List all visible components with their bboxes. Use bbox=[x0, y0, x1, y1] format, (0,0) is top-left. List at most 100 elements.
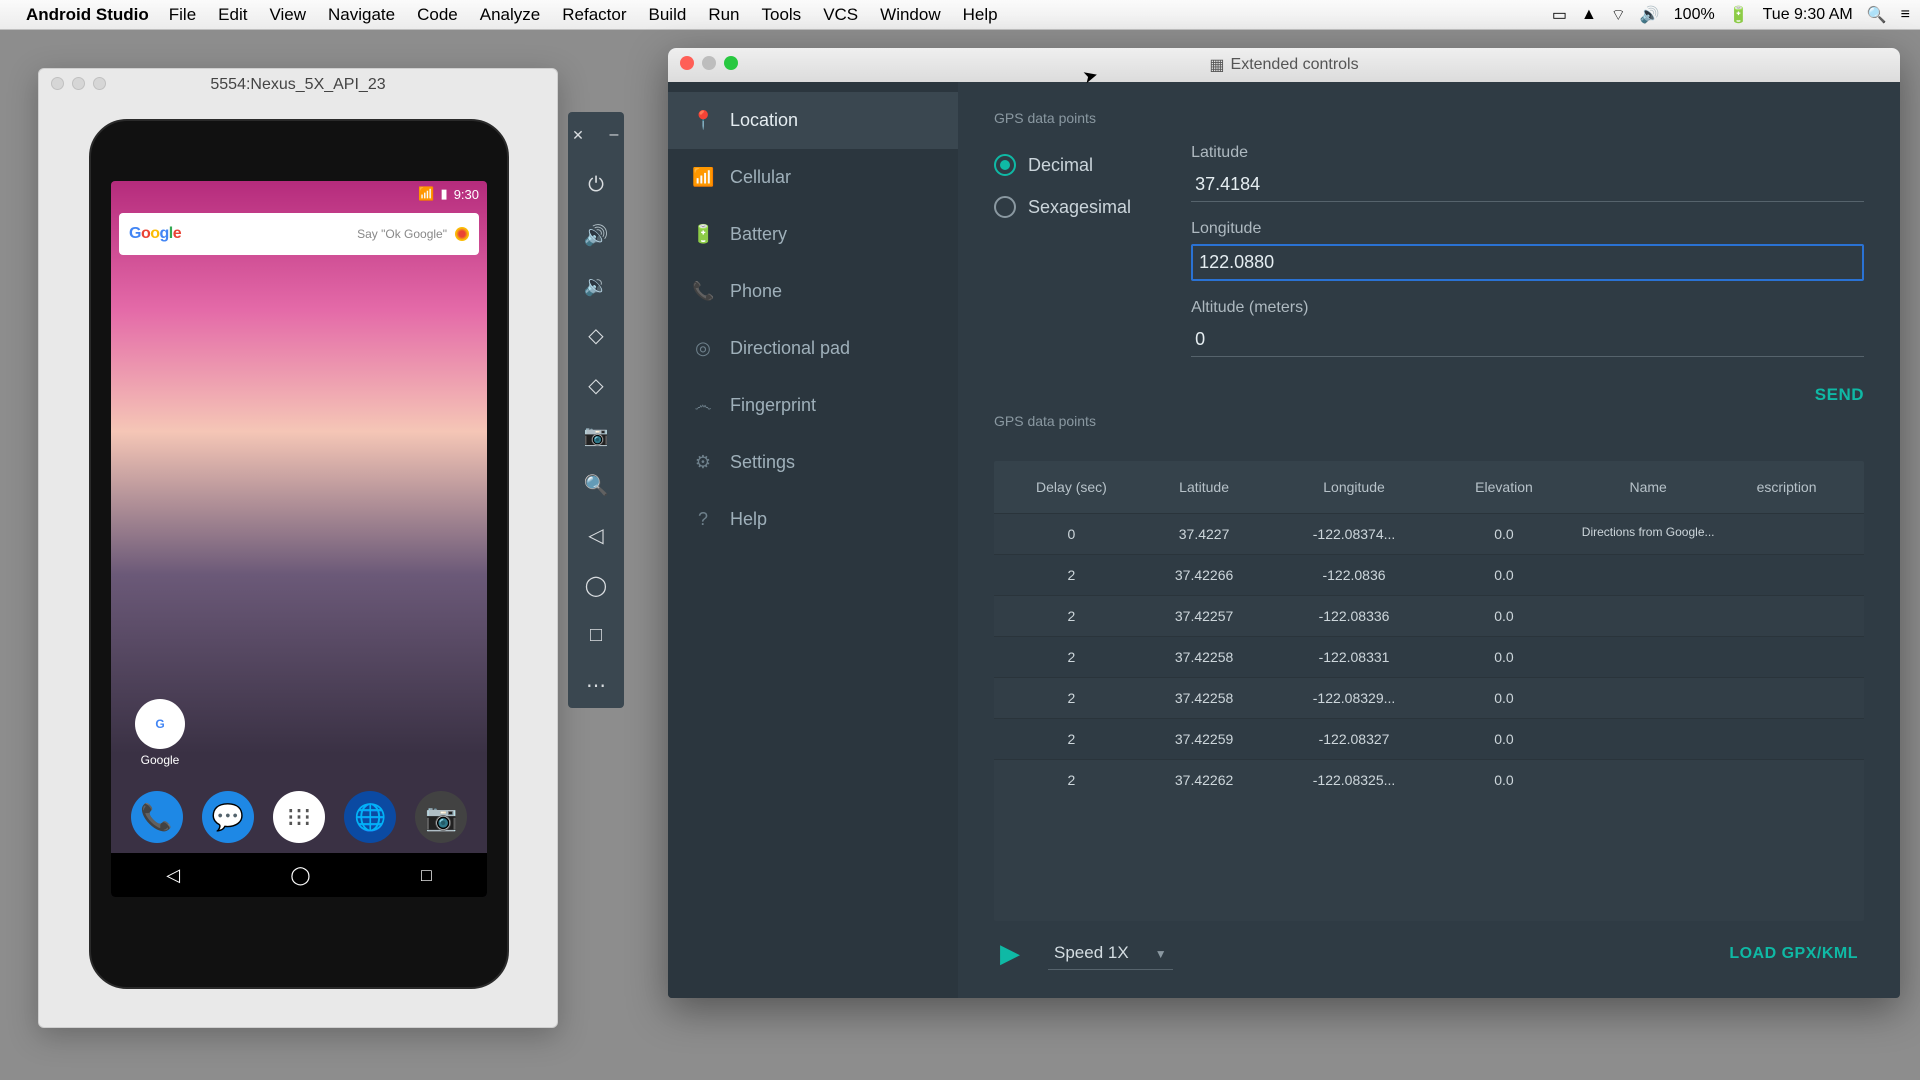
emulator-toolbar: ✕ – ⏻ 🔊 🔉 ◇ ◇ 📷 🔍 ◁ ◯ □ ⋯ bbox=[568, 112, 624, 708]
extended-titlebar[interactable]: ▦ Extended controls bbox=[668, 48, 1900, 82]
overview-icon[interactable]: □ bbox=[583, 622, 609, 648]
menu-icon[interactable]: ≡ bbox=[1901, 6, 1910, 24]
mac-menubar: Android Studio File Edit View Navigate C… bbox=[0, 0, 1920, 30]
airplay-icon[interactable]: ▲ bbox=[1581, 6, 1597, 24]
nav-back-icon[interactable]: ◁ bbox=[166, 865, 180, 886]
messages-app-icon[interactable]: 💬 bbox=[202, 791, 254, 843]
menu-window[interactable]: Window bbox=[880, 5, 940, 25]
location-icon: 📍 bbox=[692, 110, 714, 131]
nav-item-settings[interactable]: ⚙Settings bbox=[668, 434, 958, 491]
nav-item-fingerprint[interactable]: ෴Fingerprint bbox=[668, 377, 958, 434]
battery-icon[interactable]: 🔋 bbox=[1729, 5, 1749, 25]
browser-app-icon[interactable]: 🌐 bbox=[344, 791, 396, 843]
app-drawer-icon[interactable]: ⁝⁝⁝ bbox=[273, 791, 325, 843]
phone-screen[interactable]: 📶 ▮ 9:30 Google Say "Ok Google" G Google… bbox=[111, 181, 487, 897]
nav-item-help[interactable]: ?Help bbox=[668, 491, 958, 548]
phone-icon: 📞 bbox=[692, 281, 714, 302]
extended-main: GPS data points Decimal Sexagesimal Lati… bbox=[958, 82, 1900, 998]
longitude-input[interactable] bbox=[1191, 244, 1864, 281]
nav-item-location[interactable]: 📍Location bbox=[668, 92, 958, 149]
menu-file[interactable]: File bbox=[169, 5, 196, 25]
status-time: 9:30 bbox=[454, 187, 479, 202]
nav-home-icon[interactable]: ◯ bbox=[290, 865, 310, 886]
table-row[interactable]: 237.42266-122.08360.0 bbox=[994, 554, 1864, 595]
toolbar-minimize-icon[interactable]: – bbox=[601, 122, 627, 148]
clock[interactable]: Tue 9:30 AM bbox=[1763, 6, 1853, 24]
nav-overview-icon[interactable]: □ bbox=[421, 865, 432, 886]
load-gpx-button[interactable]: LOAD GPX/KML bbox=[1729, 945, 1858, 963]
spotlight-icon[interactable]: 🔍 bbox=[1867, 5, 1887, 25]
traffic-close[interactable] bbox=[51, 77, 64, 90]
nav-item-directional-pad[interactable]: ◎Directional pad bbox=[668, 320, 958, 377]
phone-frame: 📶 ▮ 9:30 Google Say "Ok Google" G Google… bbox=[89, 119, 509, 989]
emulator-window: 5554:Nexus_5X_API_23 📶 ▮ 9:30 Google Say… bbox=[38, 68, 558, 1028]
google-logo: Google bbox=[129, 225, 181, 243]
send-button[interactable]: SEND bbox=[1815, 385, 1864, 404]
android-statusbar: 📶 ▮ 9:30 bbox=[111, 181, 487, 207]
table-row[interactable]: 237.42259-122.083270.0 bbox=[994, 718, 1864, 759]
menu-build[interactable]: Build bbox=[649, 5, 687, 25]
traffic-max[interactable] bbox=[93, 77, 106, 90]
rotate-left-icon[interactable]: ◇ bbox=[583, 322, 609, 348]
play-button[interactable]: ▶ bbox=[1000, 938, 1020, 969]
volume-icon[interactable]: 🔊 bbox=[1640, 5, 1660, 25]
menu-run[interactable]: Run bbox=[708, 5, 739, 25]
table-row[interactable]: 037.4227-122.08374...0.0Directions from … bbox=[994, 513, 1864, 554]
directional pad-icon: ◎ bbox=[692, 338, 714, 359]
table-row[interactable]: 237.42257-122.083360.0 bbox=[994, 595, 1864, 636]
ext-close[interactable] bbox=[680, 56, 694, 70]
toolbar-close-icon[interactable]: ✕ bbox=[565, 122, 591, 148]
menu-help[interactable]: Help bbox=[963, 5, 998, 25]
speed-select[interactable]: Speed 1X ▼ bbox=[1048, 937, 1173, 970]
volume-down-icon[interactable]: 🔉 bbox=[583, 272, 609, 298]
wifi-icon[interactable]: ⌔ bbox=[1611, 5, 1626, 25]
table-row[interactable]: 237.42258-122.08329...0.0 bbox=[994, 677, 1864, 718]
rotate-right-icon[interactable]: ◇ bbox=[583, 372, 609, 398]
google-search-bar[interactable]: Google Say "Ok Google" bbox=[119, 213, 479, 255]
more-icon[interactable]: ⋯ bbox=[583, 672, 609, 698]
menu-view[interactable]: View bbox=[269, 5, 306, 25]
hotseat: 📞 💬 ⁝⁝⁝ 🌐 📷 bbox=[111, 791, 487, 843]
cast-icon[interactable]: ▭ bbox=[1552, 5, 1567, 25]
camera-icon[interactable]: 📷 bbox=[583, 422, 609, 448]
emulator-titlebar[interactable]: 5554:Nexus_5X_API_23 bbox=[39, 69, 557, 101]
signal-icon: 📶 bbox=[418, 186, 434, 202]
phone-app-icon[interactable]: 📞 bbox=[131, 791, 183, 843]
radio-decimal[interactable]: Decimal bbox=[994, 154, 1131, 176]
zoom-icon[interactable]: 🔍 bbox=[583, 472, 609, 498]
volume-up-icon[interactable]: 🔊 bbox=[583, 222, 609, 248]
menu-edit[interactable]: Edit bbox=[218, 5, 247, 25]
ext-min[interactable] bbox=[702, 56, 716, 70]
battery-percent[interactable]: 100% bbox=[1674, 6, 1715, 24]
menu-refactor[interactable]: Refactor bbox=[562, 5, 626, 25]
mic-icon[interactable] bbox=[455, 227, 469, 241]
android-navbar: ◁ ◯ □ bbox=[111, 853, 487, 897]
search-hint: Say "Ok Google" bbox=[181, 227, 455, 241]
radio-sexagesimal[interactable]: Sexagesimal bbox=[994, 196, 1131, 218]
google-app-icon[interactable]: G Google bbox=[135, 699, 185, 767]
app-name[interactable]: Android Studio bbox=[26, 5, 149, 25]
latitude-label: Latitude bbox=[1191, 144, 1864, 162]
fingerprint-icon: ෴ bbox=[692, 395, 714, 416]
ext-max[interactable] bbox=[724, 56, 738, 70]
back-icon[interactable]: ◁ bbox=[583, 522, 609, 548]
nav-item-cellular[interactable]: 📶Cellular bbox=[668, 149, 958, 206]
table-header: Delay (sec)LatitudeLongitudeElevationNam… bbox=[994, 461, 1864, 513]
menu-navigate[interactable]: Navigate bbox=[328, 5, 395, 25]
menu-vcs[interactable]: VCS bbox=[823, 5, 858, 25]
menu-analyze[interactable]: Analyze bbox=[480, 5, 540, 25]
menu-tools[interactable]: Tools bbox=[762, 5, 802, 25]
table-row[interactable]: 237.42262-122.08325...0.0 bbox=[994, 759, 1864, 800]
menu-code[interactable]: Code bbox=[417, 5, 458, 25]
altitude-input[interactable] bbox=[1191, 323, 1864, 357]
camera-app-icon[interactable]: 📷 bbox=[415, 791, 467, 843]
traffic-min[interactable] bbox=[72, 77, 85, 90]
home-icon[interactable]: ◯ bbox=[583, 572, 609, 598]
extended-title: Extended controls bbox=[1231, 56, 1359, 74]
table-row[interactable]: 237.42258-122.083310.0 bbox=[994, 636, 1864, 677]
power-icon[interactable]: ⏻ bbox=[583, 172, 609, 198]
emulator-title: 5554:Nexus_5X_API_23 bbox=[210, 76, 385, 94]
nav-item-phone[interactable]: 📞Phone bbox=[668, 263, 958, 320]
nav-item-battery[interactable]: 🔋Battery bbox=[668, 206, 958, 263]
latitude-input[interactable] bbox=[1191, 168, 1864, 202]
